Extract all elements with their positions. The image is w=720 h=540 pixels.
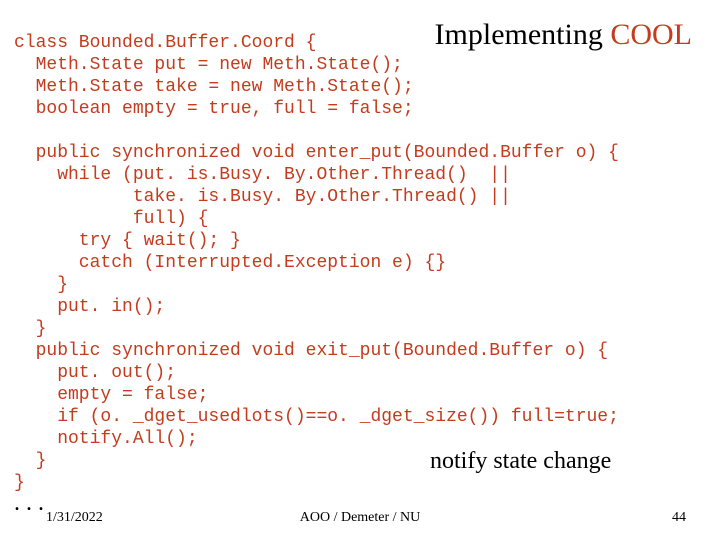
slide: Implementing COOL class Bounded.Buffer.C… [0, 0, 720, 540]
code-block: class Bounded.Buffer.Coord { Meth.State … [14, 32, 619, 494]
footer-center: AOO / Demeter / NU [0, 510, 720, 526]
title-right: COOL [610, 18, 692, 51]
annotation-note: notify state change [430, 448, 611, 475]
footer-page: 44 [672, 510, 686, 526]
